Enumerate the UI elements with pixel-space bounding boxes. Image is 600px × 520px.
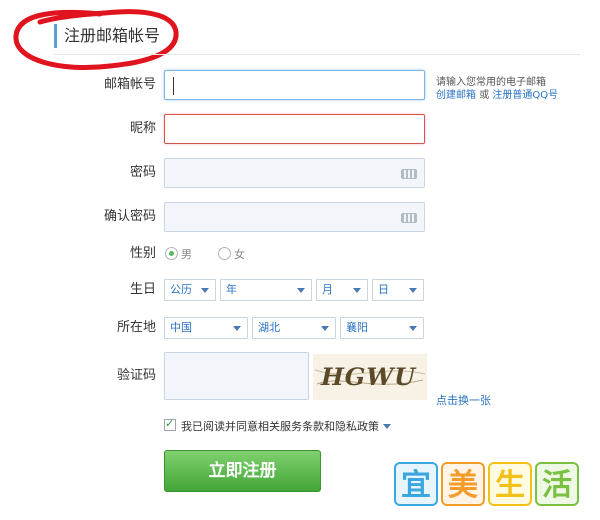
chevron-down-icon bbox=[409, 326, 417, 331]
gender-male-radio[interactable] bbox=[165, 247, 178, 260]
captcha-refresh-link[interactable]: 点击换一张 bbox=[436, 392, 491, 408]
country-select[interactable]: 中国 bbox=[164, 317, 248, 339]
password-field[interactable] bbox=[164, 158, 425, 188]
chevron-down-icon bbox=[201, 288, 209, 293]
keyboard-icon[interactable] bbox=[401, 169, 417, 179]
nickname-field[interactable] bbox=[164, 114, 425, 144]
day-select[interactable]: 日 bbox=[372, 279, 424, 301]
logo-tile: 活 bbox=[535, 462, 579, 506]
chevron-down-icon bbox=[321, 326, 329, 331]
email-links: 创建邮箱 或 注册普通QQ号 bbox=[436, 86, 558, 101]
city-value: 襄阳 bbox=[346, 321, 368, 334]
header-accent-bar bbox=[54, 24, 57, 48]
nickname-label: 昵称 bbox=[129, 121, 156, 136]
brand-logo: 宜 美 生 活 bbox=[392, 460, 584, 510]
chevron-down-icon bbox=[409, 288, 417, 293]
gender-label: 性别 bbox=[129, 246, 156, 261]
province-select[interactable]: 湖北 bbox=[252, 317, 336, 339]
country-value: 中国 bbox=[170, 321, 192, 334]
password-label: 密码 bbox=[129, 165, 156, 180]
captcha-text: HGWU bbox=[317, 362, 420, 391]
agree-checkbox[interactable] bbox=[164, 417, 176, 431]
page-title: 注册邮箱帐号 bbox=[64, 26, 161, 45]
year-select[interactable]: 年 bbox=[220, 279, 312, 301]
year-value: 年 bbox=[226, 283, 237, 296]
birthday-label: 生日 bbox=[129, 282, 156, 297]
province-value: 湖北 bbox=[258, 321, 280, 334]
email-label: 邮箱帐号 bbox=[103, 77, 156, 92]
text-cursor bbox=[173, 77, 174, 95]
logo-tile: 美 bbox=[441, 462, 485, 506]
logo-tile: 宜 bbox=[394, 462, 438, 506]
keyboard-icon[interactable] bbox=[401, 213, 417, 223]
or-text: 或 bbox=[479, 90, 490, 101]
gender-male-label[interactable]: 男 bbox=[181, 246, 192, 262]
day-value: 日 bbox=[378, 283, 389, 296]
register-submit-button[interactable]: 立即注册 bbox=[164, 450, 321, 492]
captcha-label: 验证码 bbox=[116, 368, 156, 383]
captcha-field[interactable] bbox=[164, 352, 309, 400]
register-qq-link[interactable]: 注册普通QQ号 bbox=[492, 90, 558, 101]
logo-tile: 生 bbox=[488, 462, 532, 506]
gender-female-label[interactable]: 女 bbox=[234, 246, 245, 262]
month-select[interactable]: 月 bbox=[316, 279, 368, 301]
month-value: 月 bbox=[322, 283, 333, 296]
confirm-password-field[interactable] bbox=[164, 202, 425, 232]
calendar-select[interactable]: 公历 bbox=[164, 279, 216, 301]
gender-female-radio[interactable] bbox=[218, 247, 231, 260]
chevron-down-icon[interactable] bbox=[383, 424, 391, 429]
city-select[interactable]: 襄阳 bbox=[340, 317, 424, 339]
location-label: 所在地 bbox=[116, 320, 156, 335]
chevron-down-icon bbox=[297, 288, 305, 293]
chevron-down-icon bbox=[233, 326, 241, 331]
calendar-value: 公历 bbox=[170, 283, 192, 296]
captcha-image[interactable]: HGWU bbox=[313, 354, 427, 400]
agree-text[interactable]: 我已阅读并同意相关服务条款和隐私政策 bbox=[181, 418, 379, 434]
chevron-down-icon bbox=[353, 288, 361, 293]
header-divider bbox=[54, 54, 580, 55]
confirm-password-label: 确认密码 bbox=[103, 209, 156, 224]
create-email-link[interactable]: 创建邮箱 bbox=[436, 90, 476, 101]
email-field[interactable] bbox=[164, 70, 425, 100]
